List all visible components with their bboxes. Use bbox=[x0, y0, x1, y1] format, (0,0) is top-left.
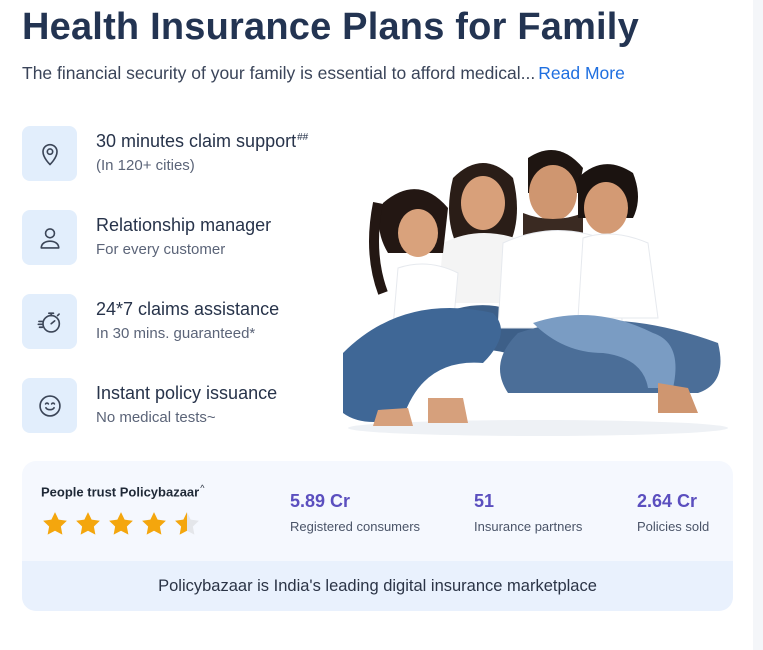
trust-label: People trust Policybazaar^ bbox=[41, 483, 205, 500]
stat-insurance-partners: 51 Insurance partners bbox=[474, 491, 582, 534]
smiley-icon bbox=[22, 378, 77, 433]
feature-title: 24*7 claims assistance bbox=[96, 299, 280, 319]
subtitle-ellipsis: ... bbox=[520, 63, 536, 83]
stat-value: 5.89 Cr bbox=[290, 491, 351, 511]
feature-relationship-manager: Relationship manager For every customer bbox=[22, 210, 352, 266]
feature-instant-issuance: Instant policy issuance No medical tests… bbox=[22, 378, 352, 434]
star-icon bbox=[43, 512, 67, 535]
stat-label: Policies sold bbox=[637, 519, 710, 534]
trust-card: People trust Policybazaar^ 5.89 Cr Regis… bbox=[22, 461, 733, 611]
feature-title-sup: ## bbox=[297, 132, 309, 143]
feature-claims-assistance: 24*7 claims assistance In 30 mins. guara… bbox=[22, 294, 352, 350]
trust-label-sup: ^ bbox=[200, 483, 205, 493]
page-title: Health Insurance Plans for Family bbox=[22, 6, 639, 48]
star-icon bbox=[76, 512, 100, 535]
stat-value: 2.64 Cr bbox=[637, 491, 698, 511]
rating-stars bbox=[40, 509, 202, 539]
person-icon bbox=[22, 210, 77, 265]
family-photo bbox=[343, 150, 728, 436]
feature-claim-support: 30 minutes claim support## (In 120+ citi… bbox=[22, 126, 352, 182]
stat-value: 51 bbox=[474, 491, 495, 511]
trust-footer: Policybazaar is India's leading digital … bbox=[22, 561, 733, 611]
feature-subtitle: For every customer bbox=[96, 241, 226, 258]
page-subtitle: The financial security of your family is… bbox=[22, 63, 625, 84]
read-more-link[interactable]: Read More bbox=[538, 63, 625, 83]
feature-subtitle: In 30 mins. guaranteed* bbox=[96, 325, 256, 342]
stopwatch-icon bbox=[22, 294, 77, 349]
feature-subtitle: (In 120+ cities) bbox=[96, 157, 195, 174]
feature-subtitle: No medical tests~ bbox=[96, 409, 216, 426]
star-icon bbox=[142, 512, 166, 535]
location-pin-icon bbox=[22, 126, 77, 181]
stat-label: Insurance partners bbox=[474, 519, 583, 534]
half-star-icon bbox=[175, 512, 199, 535]
stat-policies-sold: 2.64 Cr Policies sold bbox=[637, 491, 709, 534]
stat-registered-consumers: 5.89 Cr Registered consumers bbox=[290, 491, 420, 534]
stat-label: Registered consumers bbox=[290, 519, 421, 534]
feature-title: 30 minutes claim support## bbox=[96, 131, 309, 151]
feature-title: Relationship manager bbox=[96, 215, 272, 235]
right-edge-shade bbox=[753, 0, 763, 650]
subtitle-text: The financial security of your family is… bbox=[22, 63, 521, 83]
star-icon bbox=[109, 512, 133, 535]
feature-title: Instant policy issuance bbox=[96, 383, 278, 403]
